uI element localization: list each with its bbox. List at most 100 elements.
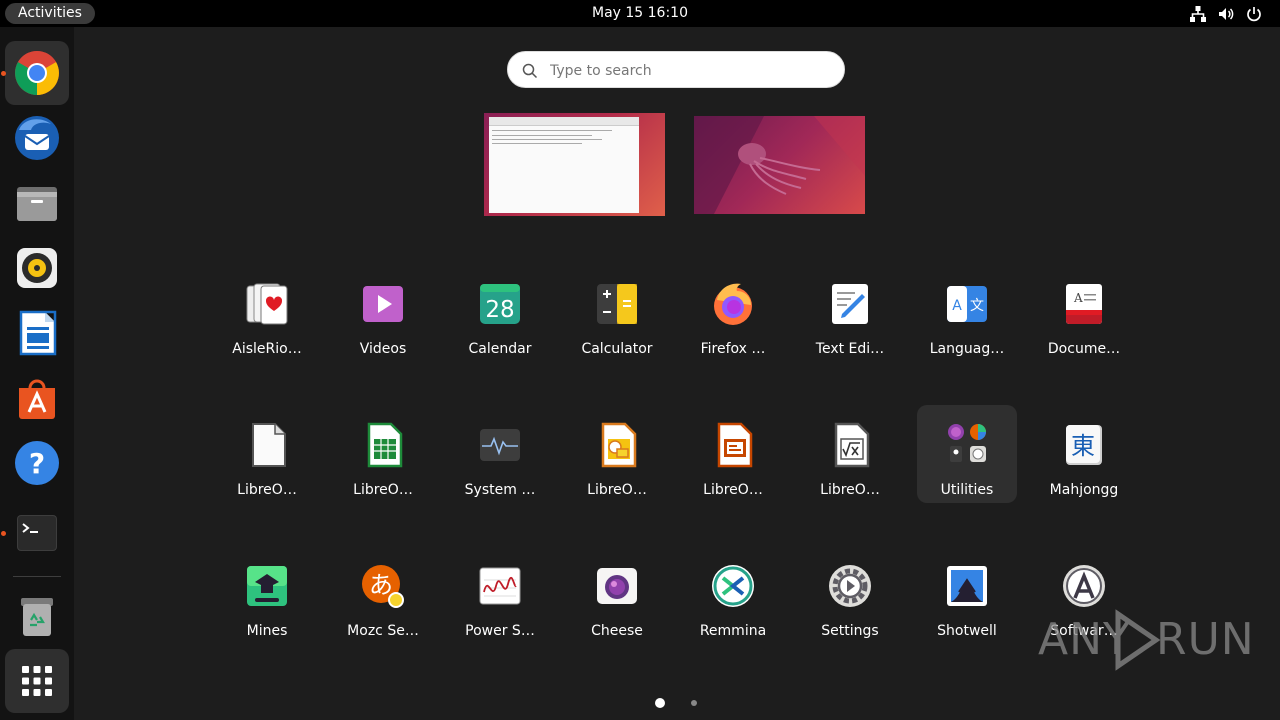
settings-icon [829, 565, 871, 607]
app-label: Mines [246, 623, 288, 639]
search-icon [522, 63, 538, 79]
app-libreoffice[interactable]: LibreO… [217, 413, 317, 511]
app-remmina[interactable]: Remmina [683, 554, 783, 652]
top-bar: Activities May 15 16:10 [0, 0, 1280, 27]
network-icon[interactable] [1188, 4, 1208, 24]
app-settings[interactable]: Settings [800, 554, 900, 652]
app-label: LibreO… [353, 482, 413, 498]
page-indicator-1[interactable] [655, 698, 665, 708]
volume-icon[interactable] [1216, 4, 1236, 24]
svg-text:?: ? [29, 447, 45, 480]
app-label: Languag… [929, 341, 1005, 357]
app-mozc-setup[interactable]: あ Mozc Se… [333, 554, 433, 652]
files-icon [17, 187, 57, 221]
app-calendar[interactable]: 28 Calendar [450, 272, 550, 370]
software-icon [19, 379, 55, 419]
app-folder-utilities[interactable]: Utilities [917, 405, 1017, 503]
app-libreoffice-math[interactable]: LibreO… [800, 413, 900, 511]
app-label: Shotwell [937, 623, 997, 639]
watermark-text-2: RUN [1156, 614, 1255, 665]
page-indicator-2[interactable] [691, 700, 697, 706]
workspace-thumbnail-1[interactable] [484, 113, 665, 216]
search-box[interactable] [507, 51, 845, 89]
app-label: LibreO… [820, 482, 880, 498]
language-icon: A 文 [947, 286, 987, 322]
dock-item-ubuntu-software[interactable] [5, 366, 69, 430]
app-libreoffice-calc[interactable]: LibreO… [333, 413, 433, 511]
app-power-statistics[interactable]: Power S… [450, 554, 550, 652]
dock: ? [0, 27, 74, 720]
dock-item-chrome[interactable] [1, 41, 69, 105]
app-shotwell[interactable]: Shotwell [917, 554, 1017, 652]
app-label: System … [464, 482, 536, 498]
app-label: Firefox … [700, 341, 766, 357]
calendar-icon: 28 [480, 284, 520, 324]
dock-item-rhythmbox[interactable] [5, 236, 69, 300]
math-icon [834, 422, 870, 468]
mozc-glyph: あ [369, 571, 393, 599]
workspace-thumbnail-2[interactable] [694, 116, 865, 214]
app-label: Docume… [1047, 341, 1121, 357]
search-input[interactable] [548, 52, 832, 89]
app-label: Settings [821, 623, 879, 639]
mahjongg-icon: 東 [1066, 425, 1102, 465]
app-document-viewer[interactable]: A Docume… [1034, 272, 1134, 370]
app-label: LibreO… [587, 482, 647, 498]
cards-icon [246, 283, 288, 325]
app-label: Power S… [465, 623, 535, 639]
dock-item-show-applications[interactable] [5, 649, 69, 713]
dock-item-trash[interactable] [5, 584, 69, 648]
activities-button[interactable]: Activities [5, 3, 95, 24]
clock-container: May 15 16:10 [0, 0, 1280, 27]
dock-item-writer[interactable] [5, 301, 69, 365]
writer-icon [19, 310, 57, 356]
app-label: Calendar [468, 341, 532, 357]
app-label: Calculator [581, 341, 653, 357]
thunderbird-icon [15, 116, 59, 160]
power-icon[interactable] [1244, 4, 1264, 24]
draw-icon [601, 422, 637, 468]
app-libreoffice-impress[interactable]: LibreO… [683, 413, 783, 511]
dock-item-thunderbird[interactable] [5, 106, 69, 170]
app-text-editor[interactable]: Text Edi… [800, 272, 900, 370]
app-system-monitor[interactable]: System … [450, 413, 550, 511]
app-language-support[interactable]: A 文 Languag… [917, 272, 1017, 370]
app-aisleriot[interactable]: AisleRio… [217, 272, 317, 370]
svg-text:A: A [952, 298, 962, 314]
jellyfish-wallpaper [694, 116, 865, 214]
dock-item-files[interactable] [5, 171, 69, 235]
app-mahjongg[interactable]: 東 Mahjongg [1034, 413, 1134, 511]
app-cheese[interactable]: Cheese [567, 554, 667, 652]
app-mines[interactable]: Mines [217, 554, 317, 652]
dock-item-terminal[interactable] [1, 501, 69, 565]
app-firefox[interactable]: Firefox … [683, 272, 783, 370]
calc-icon [367, 422, 403, 468]
dock-separator [13, 576, 61, 577]
software-updater-icon [1063, 565, 1105, 607]
dock-item-help[interactable]: ? [5, 431, 69, 495]
mahjongg-glyph: 東 [1071, 432, 1095, 460]
app-label: Mozc Se… [347, 623, 419, 639]
mozc-icon: あ [362, 565, 404, 608]
app-label: LibreO… [703, 482, 763, 498]
clock[interactable]: May 15 16:10 [592, 5, 688, 21]
svg-text:A: A [1073, 291, 1083, 305]
window-thumbnail[interactable] [489, 117, 639, 213]
app-calculator[interactable]: Calculator [567, 272, 667, 370]
remmina-icon [712, 565, 754, 607]
app-label: Videos [359, 341, 407, 357]
app-label: Mahjongg [1049, 482, 1119, 498]
document-viewer-icon: A [1066, 284, 1102, 324]
app-label: Text Edi… [815, 341, 885, 357]
utilities-folder-icon [948, 424, 986, 462]
app-videos[interactable]: Videos [333, 272, 433, 370]
running-indicator [1, 531, 6, 536]
terminal-icon [17, 515, 57, 551]
app-libreoffice-draw[interactable]: LibreO… [567, 413, 667, 511]
running-indicator [1, 71, 6, 76]
system-monitor-icon [480, 429, 520, 461]
mines-icon [247, 566, 287, 606]
libreoffice-icon [252, 423, 286, 467]
app-label: Cheese [591, 623, 643, 639]
app-label: AisleRio… [232, 341, 302, 357]
